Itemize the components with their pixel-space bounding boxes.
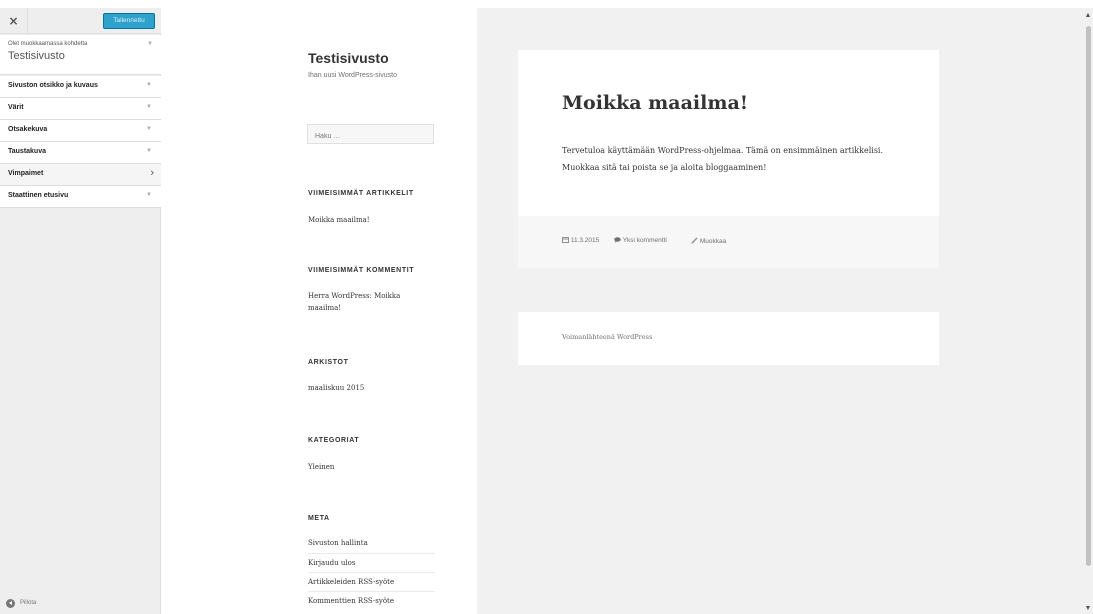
widget-title-recent-comments: VIIMEISIMMÄT KOMMENTIT xyxy=(308,267,415,274)
section-label: Värit xyxy=(8,104,24,111)
customizer-header: × Tallennettu xyxy=(0,8,161,34)
post-date: 11.3.2015 xyxy=(570,237,600,244)
section-header-image[interactable]: Otsakekuva ▼ xyxy=(0,120,161,142)
info-pre-label: Olet muokkaamassa kohdetta xyxy=(8,41,88,47)
collapse-icon xyxy=(6,599,15,608)
chevron-down-icon: ▼ xyxy=(146,192,152,198)
site-title[interactable]: Testisivusto xyxy=(308,50,389,66)
site-preview: Testisivusto Ihan uusi WordPress-sivusto… xyxy=(161,8,1083,614)
chevron-down-icon: ▼ xyxy=(147,41,153,47)
collapse-label: Piilota xyxy=(20,600,37,606)
section-label: Staattinen etusivu xyxy=(8,192,69,199)
post-edit: Muokkaa xyxy=(699,238,727,245)
widget-title-recent-posts: VIIMEISIMMÄT ARTIKKELIT xyxy=(308,190,414,197)
post-date-link[interactable]: 11.3.2015 xyxy=(562,237,599,244)
footer-credit-link[interactable]: Voimanlähteenä WordPress xyxy=(562,333,652,341)
save-button[interactable]: Tallennettu xyxy=(103,13,155,29)
section-label: Vimpaimet xyxy=(8,170,44,177)
post-comments: Yksi kommentti xyxy=(622,237,667,244)
chevron-right-icon: › xyxy=(150,167,154,179)
info-site-title: Testisivusto xyxy=(8,50,65,62)
close-icon[interactable]: × xyxy=(0,8,28,34)
recent-comment-link-cont[interactable]: maailma! xyxy=(308,304,341,312)
section-site-identity[interactable]: Sivuston otsikko ja kuvaus ▼ xyxy=(0,76,161,98)
meta-link-logout[interactable]: Kirjaudu ulos xyxy=(308,553,435,572)
chevron-down-icon: ▼ xyxy=(146,82,152,88)
post-article: Moikka maailma! Tervetuloa käyttämään Wo… xyxy=(518,50,939,268)
section-label: Sivuston otsikko ja kuvaus xyxy=(8,82,98,89)
section-label: Otsakekuva xyxy=(8,126,48,133)
archive-link[interactable]: maaliskuu 2015 xyxy=(308,384,364,392)
pencil-icon xyxy=(691,237,698,244)
post-edit-link[interactable]: Muokkaa xyxy=(691,237,726,245)
chevron-down-icon: ▼ xyxy=(146,104,152,110)
widget-title-meta: META xyxy=(308,515,330,522)
comment-icon xyxy=(614,237,621,243)
post-body: Tervetuloa käyttämään WordPress-ohjelmaa… xyxy=(562,146,884,172)
section-widgets[interactable]: Vimpaimet › xyxy=(0,164,161,186)
customizer-info[interactable]: Olet muokkaamassa kohdetta Testisivusto … xyxy=(0,35,161,75)
site-description: Ihan uusi WordPress-sivusto xyxy=(308,72,397,79)
search-field[interactable] xyxy=(307,124,434,146)
scroll-down-icon[interactable]: ▼ xyxy=(1083,605,1093,612)
widget-title-categories: KATEGORIAT xyxy=(308,437,360,444)
customizer-sections: Sivuston otsikko ja kuvaus ▼ Värit ▼ Ots… xyxy=(0,76,161,208)
post-meta: 11.3.2015 Yksi kommentti Muokkaa xyxy=(518,216,939,268)
scrollbar-thumb[interactable] xyxy=(1086,26,1091,566)
post-title[interactable]: Moikka maailma! xyxy=(562,92,748,114)
chevron-down-icon: ▼ xyxy=(146,126,152,132)
recent-comment-link[interactable]: Herra WordPress: Moikka xyxy=(308,292,400,300)
section-background-image[interactable]: Taustakuva ▼ xyxy=(0,142,161,164)
scroll-up-icon[interactable]: ▲ xyxy=(1083,12,1093,19)
site-sidebar: Testisivusto Ihan uusi WordPress-sivusto… xyxy=(161,8,477,614)
chevron-down-icon: ▼ xyxy=(146,148,152,154)
search-input[interactable] xyxy=(308,127,433,146)
section-static-front-page[interactable]: Staattinen etusivu ▼ xyxy=(0,186,161,208)
calendar-icon xyxy=(562,237,569,243)
section-colors[interactable]: Värit ▼ xyxy=(0,98,161,120)
recent-post-link[interactable]: Moikka maailma! xyxy=(308,216,370,224)
meta-link-admin[interactable]: Sivuston hallinta xyxy=(308,534,435,553)
section-label: Taustakuva xyxy=(8,148,46,155)
site-content: Moikka maailma! Tervetuloa käyttämään Wo… xyxy=(477,8,1083,614)
widget-title-archives: ARKISTOT xyxy=(308,359,349,366)
meta-link-posts-rss[interactable]: Artikkeleiden RSS-syöte xyxy=(308,572,435,591)
meta-link-comments-rss[interactable]: Kommenttien RSS-syöte xyxy=(308,591,435,610)
post-comments-link[interactable]: Yksi kommentti xyxy=(614,237,667,244)
category-link[interactable]: Yleinen xyxy=(308,463,334,471)
vertical-scrollbar[interactable]: ▲ ▼ xyxy=(1083,8,1093,614)
site-footer: Voimanlähteenä WordPress xyxy=(518,312,939,365)
customizer-panel: × Tallennettu Olet muokkaamassa kohdetta… xyxy=(0,8,161,614)
